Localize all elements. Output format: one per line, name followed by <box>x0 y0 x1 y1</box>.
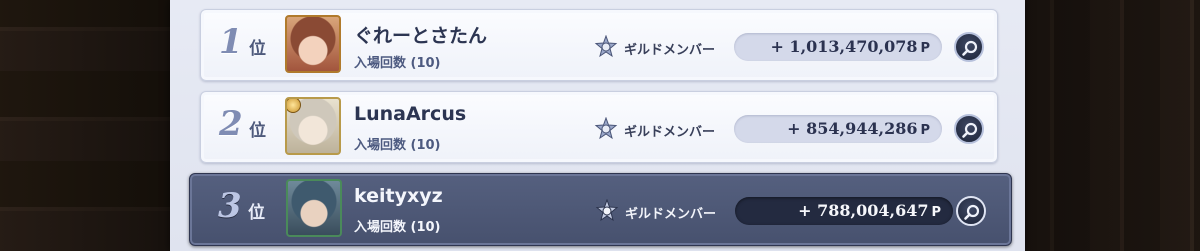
entry-count: 入場回数 (10) <box>354 220 441 235</box>
player-avatar[interactable] <box>285 15 341 73</box>
points-value: + 788,004,647 <box>798 201 929 220</box>
guild-member-label: ギルドメンバー <box>624 125 716 140</box>
player-detail-button[interactable] <box>954 114 984 144</box>
background-left-shelves <box>0 0 175 251</box>
rank-suffix: 位 <box>249 121 266 141</box>
rank-number: 3 <box>218 186 242 226</box>
rank-number: 2 <box>219 104 243 144</box>
player-name: ぐれーとさたん <box>354 25 488 47</box>
rank-indicator: 1 位 <box>219 22 279 66</box>
player-detail-button[interactable] <box>954 32 984 62</box>
entry-count: 入場回数 (10) <box>354 138 441 153</box>
rank-suffix: 位 <box>248 203 265 223</box>
ranking-row-3-selected[interactable]: 3 位 keityxyz 入場回数 (10) ギルドメンバー + 788,004… <box>189 173 1012 246</box>
ranking-row-1[interactable]: 1 位 ぐれーとさたん 入場回数 (10) ギルドメンバー + 1,013,47… <box>200 9 998 81</box>
points-unit: P <box>931 205 941 220</box>
player-detail-button[interactable] <box>956 196 986 226</box>
guild-emblem-icon <box>594 117 618 140</box>
points-display: + 1,013,470,078 P <box>734 33 942 61</box>
background-right-shelves <box>1020 0 1200 251</box>
ranking-row-2[interactable]: 2 位 LunaArcus 入場回数 (10) ギルドメンバー + 854,94… <box>200 91 998 163</box>
avatar-badge-icon <box>287 99 301 113</box>
guild-emblem-icon <box>594 35 618 58</box>
rank-indicator: 3 位 <box>218 186 278 230</box>
magnifier-icon <box>964 204 980 220</box>
player-name: keityxyz <box>354 185 443 207</box>
rank-suffix: 位 <box>249 39 266 59</box>
player-name: LunaArcus <box>354 103 467 125</box>
guild-emblem-icon <box>595 199 619 222</box>
player-avatar[interactable] <box>285 97 341 155</box>
points-unit: P <box>920 123 930 138</box>
rank-number: 1 <box>219 22 243 62</box>
guild-member-label: ギルドメンバー <box>625 207 717 222</box>
rank-indicator: 2 位 <box>219 104 279 148</box>
points-unit: P <box>920 41 930 56</box>
points-value: + 854,944,286 <box>787 119 918 138</box>
guild-member-label: ギルドメンバー <box>624 43 716 58</box>
points-display: + 854,944,286 P <box>734 115 942 143</box>
entry-count: 入場回数 (10) <box>354 56 441 71</box>
points-display: + 788,004,647 P <box>735 197 953 225</box>
magnifier-icon <box>962 40 978 56</box>
magnifier-icon <box>962 122 978 138</box>
points-value: + 1,013,470,078 <box>770 37 918 56</box>
player-avatar[interactable] <box>286 179 342 237</box>
